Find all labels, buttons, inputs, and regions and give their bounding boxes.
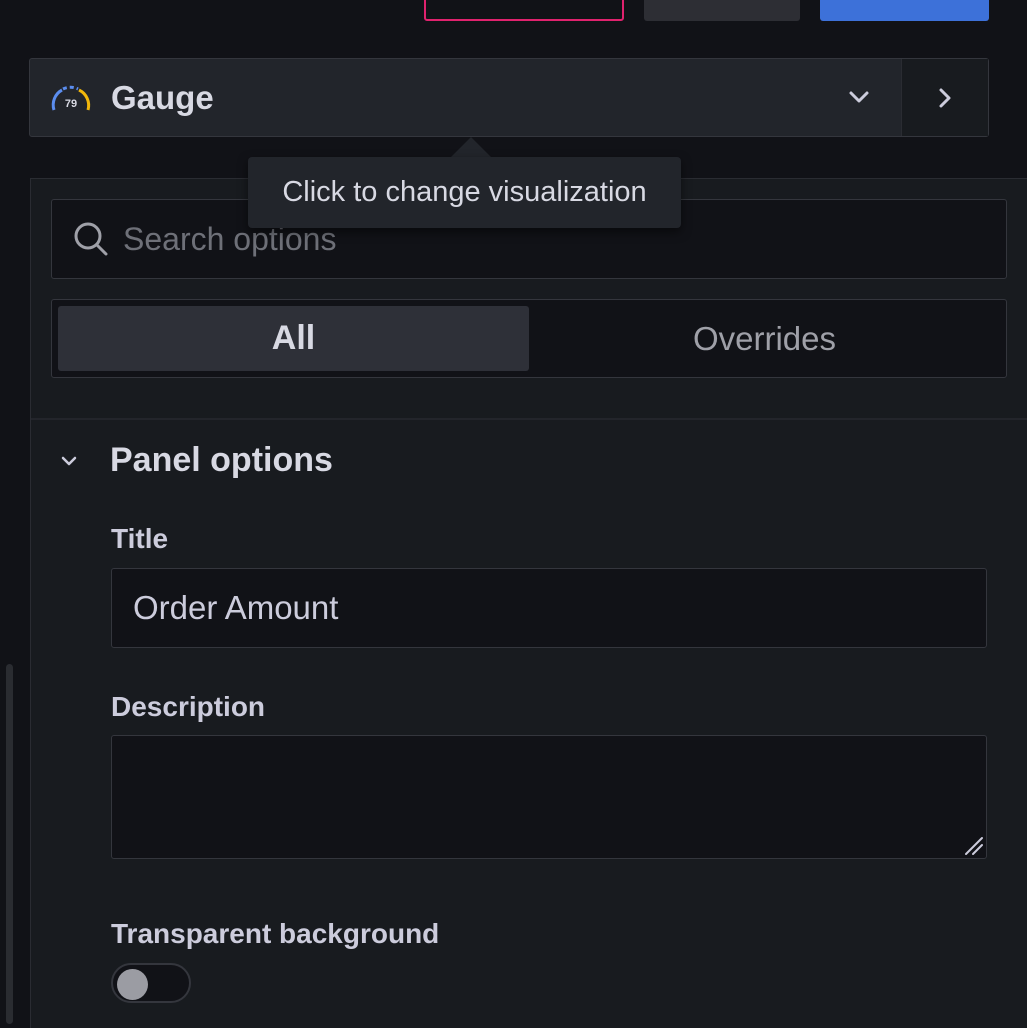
scrollbar[interactable] bbox=[6, 664, 13, 1024]
chevron-down-icon[interactable] bbox=[56, 448, 82, 474]
apply-button[interactable] bbox=[820, 0, 989, 21]
save-button[interactable] bbox=[644, 0, 800, 21]
title-label: Title bbox=[111, 523, 169, 554]
search-icon bbox=[70, 218, 110, 258]
toggle-options-pane-button[interactable] bbox=[901, 59, 988, 136]
title-field[interactable] bbox=[111, 568, 987, 648]
visualization-tooltip: Click to change visualization bbox=[248, 157, 681, 228]
tab-overrides[interactable]: Overrides bbox=[529, 306, 1000, 371]
tooltip-arrow bbox=[451, 137, 491, 157]
tab-all[interactable]: All bbox=[58, 306, 529, 371]
resize-handle-icon[interactable] bbox=[962, 836, 984, 856]
toggle-knob bbox=[117, 969, 148, 1000]
description-field[interactable] bbox=[111, 735, 987, 859]
chevron-down-icon[interactable] bbox=[842, 80, 876, 114]
transparent-background-label: Transparent background bbox=[111, 918, 440, 949]
discard-button[interactable] bbox=[424, 0, 624, 21]
visualization-name: Gauge bbox=[111, 79, 214, 116]
description-label: Description bbox=[111, 691, 266, 722]
section-title-panel-options[interactable]: Panel options bbox=[110, 440, 333, 480]
gauge-icon: 79 bbox=[50, 82, 92, 112]
svg-text:79: 79 bbox=[65, 98, 77, 110]
chevron-right-icon bbox=[939, 88, 951, 108]
divider bbox=[31, 418, 1027, 420]
